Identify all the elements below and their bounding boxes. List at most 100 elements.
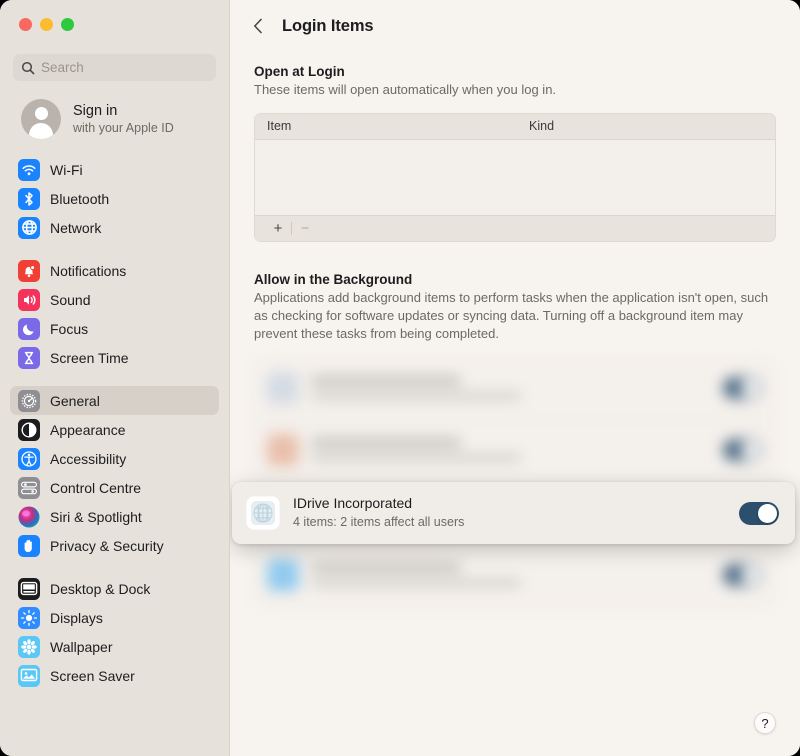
system-settings-window: Search Sign in with your Apple ID Wi-Fi B… bbox=[0, 0, 800, 756]
sidebar-item-displays[interactable]: Displays bbox=[10, 603, 219, 632]
contrast-icon bbox=[18, 418, 40, 441]
globe-icon bbox=[18, 216, 40, 239]
login-items-table-body[interactable] bbox=[255, 139, 775, 215]
login-items-table-footer: + − bbox=[255, 214, 775, 241]
sidebar-item-focus[interactable]: Focus bbox=[10, 314, 219, 343]
page-title: Login Items bbox=[282, 16, 374, 35]
sidebar-item-screen-time[interactable]: Screen Time bbox=[10, 343, 219, 372]
sidebar-group-3: Desktop & Dock Displays Wallpaper Screen Sa… bbox=[10, 574, 219, 690]
sidebar-item-control-centre[interactable]: Control Centre bbox=[10, 473, 219, 502]
sidebar-item-screen-saver[interactable]: Screen Saver bbox=[10, 661, 219, 690]
sidebar-group-2: General Appearance Accessibility Control Ce… bbox=[10, 386, 219, 560]
sign-in-label: Sign in bbox=[73, 102, 118, 119]
sidebar-item-privacy-security[interactable]: Privacy & Security bbox=[10, 531, 219, 560]
allow-background-section: Allow in the Background Applications add… bbox=[254, 272, 776, 607]
sidebar-group-0: Wi-Fi Bluetooth Network bbox=[10, 155, 219, 242]
brightness-icon bbox=[18, 606, 40, 629]
sidebar: Search Sign in with your Apple ID Wi-Fi B… bbox=[0, 0, 230, 756]
sidebar-item-label: Accessibility bbox=[50, 450, 127, 467]
background-item-toggle[interactable] bbox=[723, 439, 761, 462]
app-icon bbox=[267, 372, 299, 405]
sidebar-item-appearance[interactable]: Appearance bbox=[10, 415, 219, 444]
zoom-button[interactable] bbox=[61, 18, 74, 31]
moon-icon bbox=[18, 317, 40, 340]
speaker-icon bbox=[18, 288, 40, 311]
sidebar-nav: Wi-Fi Bluetooth Network Notifications Sound F… bbox=[0, 155, 229, 690]
main-header: Login Items bbox=[230, 0, 800, 52]
wallpaper-icon bbox=[18, 635, 40, 658]
window-traffic-lights bbox=[0, 0, 229, 44]
help-button[interactable]: ? bbox=[754, 712, 776, 734]
sidebar-item-label: Desktop & Dock bbox=[50, 580, 151, 597]
back-button[interactable] bbox=[248, 16, 268, 36]
add-login-item-button[interactable]: + bbox=[265, 217, 291, 239]
login-items-table-header: Item Kind bbox=[255, 113, 775, 140]
open-at-login-title: Open at Login bbox=[254, 64, 345, 79]
minimize-button[interactable] bbox=[40, 18, 53, 31]
sidebar-item-wallpaper[interactable]: Wallpaper bbox=[10, 632, 219, 661]
sidebar-item-label: Appearance bbox=[50, 421, 126, 438]
search-placeholder: Search bbox=[41, 60, 84, 75]
sidebar-item-label: Notifications bbox=[50, 262, 127, 279]
main-content: Login Items Open at Login These items wi… bbox=[230, 0, 800, 756]
sidebar-item-general[interactable]: General bbox=[10, 386, 219, 415]
sidebar-item-label: Screen Saver bbox=[50, 667, 135, 684]
remove-login-item-button: − bbox=[300, 219, 310, 237]
idrive-toggle[interactable] bbox=[739, 501, 779, 525]
sidebar-item-accessibility[interactable]: Accessibility bbox=[10, 444, 219, 473]
open-at-login-section: Open at Login These items will open auto… bbox=[254, 64, 776, 242]
sidebar-item-label: Focus bbox=[50, 320, 89, 337]
sidebar-item-label: Screen Time bbox=[50, 349, 129, 366]
hand-icon bbox=[18, 534, 40, 557]
avatar bbox=[21, 99, 61, 139]
idrive-title: IDrive Incorporated bbox=[293, 495, 413, 512]
background-item-text bbox=[311, 438, 723, 463]
sidebar-item-sound[interactable]: Sound bbox=[10, 285, 219, 314]
background-item-toggle[interactable] bbox=[723, 563, 761, 586]
hourglass-icon bbox=[18, 346, 40, 369]
sidebar-item-wi-fi[interactable]: Wi-Fi bbox=[10, 155, 219, 184]
sidebar-item-label: Network bbox=[50, 219, 102, 236]
idrive-subtitle: 4 items: 2 items affect all users bbox=[293, 514, 465, 529]
control-centre-icon bbox=[18, 476, 40, 499]
background-item-toggle[interactable] bbox=[723, 377, 761, 400]
bell-icon bbox=[18, 259, 40, 282]
app-icon bbox=[267, 434, 299, 467]
app-icon bbox=[267, 558, 299, 591]
background-item-text bbox=[311, 376, 723, 401]
allow-background-description: Applications add background items to per… bbox=[254, 289, 769, 341]
gear-icon bbox=[18, 389, 40, 412]
siri-icon bbox=[18, 506, 40, 528]
background-item-idrive[interactable]: IDrive Incorporated 4 items: 2 items aff… bbox=[232, 482, 795, 544]
sidebar-item-label: Wi-Fi bbox=[50, 161, 83, 178]
sidebar-item-label: General bbox=[50, 392, 100, 409]
sidebar-item-label: Wallpaper bbox=[50, 638, 113, 655]
search-icon bbox=[21, 61, 35, 75]
apple-id-label: with your Apple ID bbox=[73, 120, 174, 135]
background-item-text bbox=[311, 562, 723, 587]
idrive-globe-icon bbox=[246, 496, 280, 530]
sidebar-item-label: Control Centre bbox=[50, 479, 142, 496]
sidebar-item-desktop-dock[interactable]: Desktop & Dock bbox=[10, 574, 219, 603]
sidebar-item-label: Privacy & Security bbox=[50, 537, 164, 554]
accessibility-icon bbox=[18, 447, 40, 470]
background-item-row[interactable] bbox=[255, 357, 775, 420]
sidebar-item-network[interactable]: Network bbox=[10, 213, 219, 242]
close-button[interactable] bbox=[19, 18, 32, 31]
search-input[interactable]: Search bbox=[13, 54, 216, 81]
apple-id-sign-in[interactable]: Sign in with your Apple ID bbox=[0, 81, 229, 155]
allow-background-title: Allow in the Background bbox=[254, 271, 413, 287]
wifi-icon bbox=[18, 158, 40, 181]
sidebar-item-notifications[interactable]: Notifications bbox=[10, 256, 219, 285]
column-header-item: Item bbox=[267, 119, 292, 134]
column-header-kind: Kind bbox=[529, 119, 555, 134]
sidebar-item-bluetooth[interactable]: Bluetooth bbox=[10, 184, 219, 213]
background-item-row[interactable] bbox=[255, 419, 775, 482]
sidebar-item-label: Siri & Spotlight bbox=[50, 508, 142, 525]
screen-saver-icon bbox=[18, 664, 40, 687]
sidebar-item-label: Displays bbox=[50, 609, 103, 626]
background-item-row[interactable] bbox=[255, 543, 775, 606]
sidebar-item-siri-spotlight[interactable]: Siri & Spotlight bbox=[10, 502, 219, 531]
open-at-login-description: These items will open automatically when… bbox=[254, 82, 557, 97]
sidebar-item-label: Sound bbox=[50, 291, 91, 308]
